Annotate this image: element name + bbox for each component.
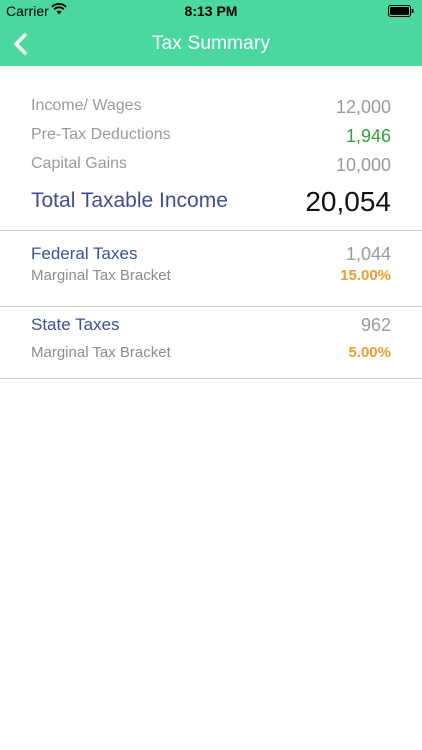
state-bracket-row: Marginal Tax Bracket 5.00% [31, 344, 391, 364]
federal-bracket-label: Marginal Tax Bracket [31, 267, 171, 284]
federal-bracket-row: Marginal Tax Bracket 15.00% [31, 267, 391, 287]
total-taxable-income-row: Total Taxable Income 20,054 [31, 186, 391, 220]
income-wages-row: Income/ Wages 12,000 [31, 97, 391, 119]
pretax-deductions-label: Pre-Tax Deductions [31, 126, 171, 143]
state-taxes-label: State Taxes [31, 315, 120, 334]
status-bar: Carrier 8:13 PM [0, 0, 422, 22]
federal-taxes-row: Federal Taxes 1,044 [31, 244, 391, 268]
income-wages-label: Income/ Wages [31, 97, 142, 114]
federal-taxes-label: Federal Taxes [31, 244, 138, 263]
federal-bracket-value: 15.00% [340, 267, 391, 284]
battery-icon [388, 5, 414, 17]
state-taxes-value: 962 [360, 315, 391, 335]
state-taxes-row: State Taxes 962 [31, 315, 391, 339]
divider [0, 306, 422, 307]
divider [0, 230, 422, 231]
page-title: Tax Summary [151, 33, 271, 54]
header: Carrier 8:13 PM Tax Summary [0, 0, 422, 66]
capital-gains-label: Capital Gains [31, 155, 128, 172]
capital-gains-value: 10,000 [335, 155, 391, 175]
capital-gains-row: Capital Gains 10,000 [31, 155, 391, 177]
pretax-deductions-row: Pre-Tax Deductions 1,946 [31, 126, 391, 148]
income-wages-value: 12,000 [335, 97, 391, 117]
status-time: 8:13 PM [184, 3, 238, 19]
divider [0, 378, 422, 379]
state-bracket-label: Marginal Tax Bracket [31, 344, 171, 361]
federal-taxes-value: 1,044 [345, 244, 391, 264]
nav-bar: Tax Summary [0, 22, 422, 66]
total-taxable-income-label: Total Taxable Income [31, 189, 228, 212]
state-bracket-value: 5.00% [348, 344, 391, 361]
total-taxable-income-value: 20,054 [305, 186, 391, 217]
pretax-deductions-value: 1,946 [345, 126, 391, 146]
